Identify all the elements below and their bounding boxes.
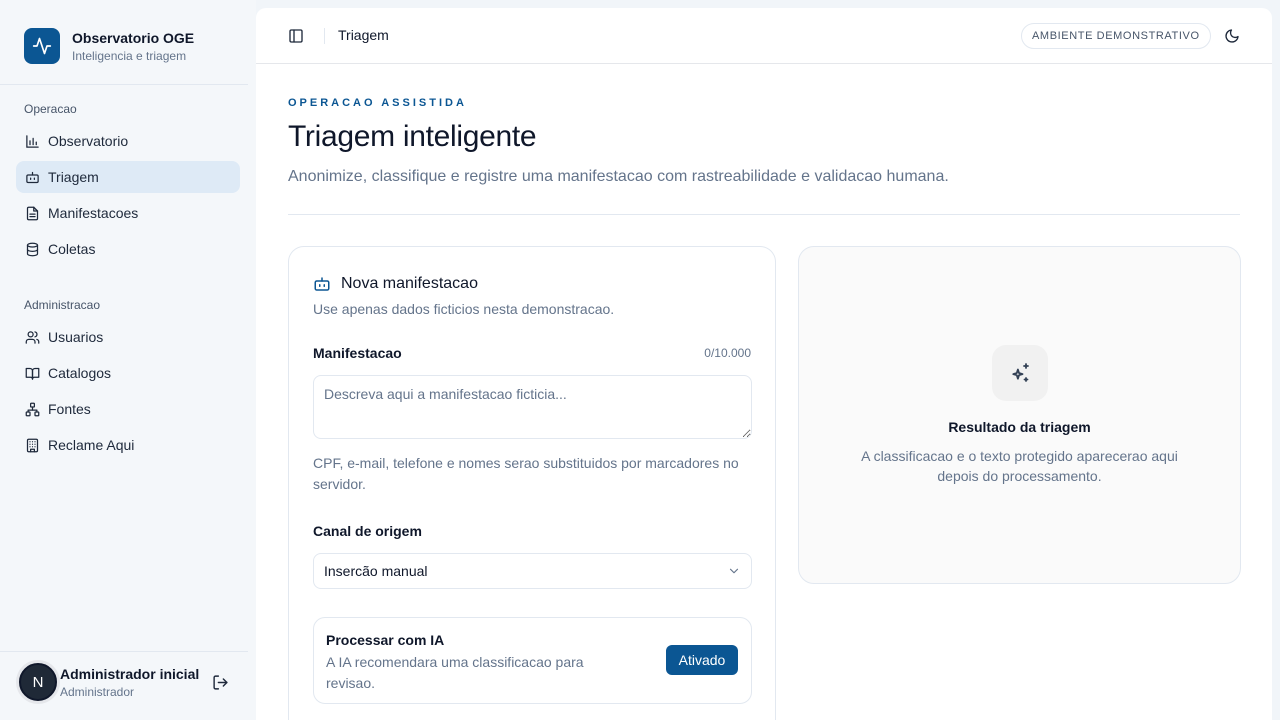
bar-chart-icon bbox=[24, 133, 40, 149]
sidebar-item-coletas[interactable]: Coletas bbox=[16, 233, 240, 265]
database-icon bbox=[24, 241, 40, 257]
sidebar-item-label: Coletas bbox=[48, 241, 96, 257]
manifestacao-label: Manifestacao bbox=[313, 345, 402, 361]
avatar[interactable]: N bbox=[19, 663, 57, 701]
sidebar-item-label: Triagem bbox=[48, 169, 99, 185]
sidebar-item-usuarios[interactable]: Usuarios bbox=[16, 321, 240, 353]
page-divider bbox=[288, 214, 1240, 215]
page-title: Triagem inteligente bbox=[288, 120, 537, 153]
character-counter: 0/10.000 bbox=[704, 346, 751, 360]
activity-icon bbox=[24, 28, 60, 64]
sidebar-item-label: Observatorio bbox=[48, 133, 129, 149]
canal-select[interactable]: Insercão manual bbox=[313, 553, 752, 589]
sidebar-toggle-button[interactable] bbox=[286, 26, 306, 46]
card-subtitle: Use apenas dados ficticios nesta demonst… bbox=[313, 301, 615, 317]
topbar-separator bbox=[324, 28, 325, 44]
new-manifestation-card: Nova manifestacao Use apenas dados ficti… bbox=[288, 246, 776, 720]
triage-result-card: Resultado da triagem A classificacao e o… bbox=[798, 246, 1241, 584]
brand[interactable]: Observatorio OGE Inteligencia e triagem bbox=[24, 28, 194, 64]
anonymization-hint: CPF, e-mail, telefone e nomes serao subs… bbox=[313, 455, 739, 492]
card-title: Nova manifestacao bbox=[341, 275, 478, 292]
chevron-down-icon bbox=[729, 568, 739, 574]
sidebar-item-fontes[interactable]: Fontes bbox=[16, 393, 240, 425]
main-panel: Triagem AMBIENTE DEMONSTRATIVO OPERACAO … bbox=[256, 8, 1272, 720]
sidebar-item-label: Reclame Aqui bbox=[48, 437, 135, 453]
sidebar-divider bbox=[0, 84, 248, 85]
moon-icon bbox=[1225, 29, 1239, 43]
canal-selected-value: Insercão manual bbox=[324, 563, 428, 579]
logout-icon bbox=[212, 674, 228, 690]
sidebar-item-triagem[interactable]: Triagem bbox=[16, 161, 240, 193]
user-role: Administrador bbox=[60, 685, 135, 699]
sparkles-icon bbox=[992, 345, 1048, 401]
ai-toggle-button[interactable]: Ativado bbox=[666, 645, 738, 675]
sidebar-item-manifestacoes[interactable]: Manifestacoes bbox=[16, 197, 240, 229]
sidebar-section-operacao: Operacao bbox=[24, 102, 77, 116]
sidebar-section-administracao: Administracao bbox=[24, 298, 101, 312]
ai-processing-description: A IA recomendara uma classificacao para … bbox=[326, 654, 584, 691]
sidebar-item-label: Fontes bbox=[48, 401, 91, 417]
logout-button[interactable] bbox=[210, 672, 230, 692]
sidebar-item-label: Manifestacoes bbox=[48, 205, 139, 221]
canal-label: Canal de origem bbox=[313, 523, 422, 539]
sidebar: Observatorio OGE Inteligencia e triagem … bbox=[0, 0, 256, 720]
breadcrumb: Triagem bbox=[338, 27, 389, 43]
sidebar-footer-divider bbox=[0, 651, 248, 652]
brand-title: Observatorio OGE bbox=[72, 29, 195, 46]
manifestacao-textarea[interactable] bbox=[313, 375, 752, 439]
user-name: Administrador inicial bbox=[60, 666, 200, 682]
sidebar-item-label: Catalogos bbox=[48, 365, 112, 381]
ai-processing-box: Processar com IA A IA recomendara uma cl… bbox=[313, 617, 752, 704]
page-description: Anonimize, classifique e registre uma ma… bbox=[288, 168, 949, 185]
sidebar-item-observatorio[interactable]: Observatorio bbox=[16, 125, 240, 157]
network-icon bbox=[24, 401, 40, 417]
bot-icon bbox=[24, 169, 40, 185]
book-open-icon bbox=[24, 365, 40, 381]
result-description: A classificacao e o texto protegido apar… bbox=[861, 448, 1178, 484]
environment-badge: AMBIENTE DEMONSTRATIVO bbox=[1021, 23, 1211, 49]
file-text-icon bbox=[24, 205, 40, 221]
brand-subtitle: Inteligencia e triagem bbox=[72, 48, 187, 63]
sidebar-item-label: Usuarios bbox=[48, 329, 104, 345]
theme-toggle-button[interactable] bbox=[1222, 26, 1242, 46]
building-icon bbox=[24, 437, 40, 453]
topbar: Triagem AMBIENTE DEMONSTRATIVO bbox=[256, 8, 1272, 64]
users-icon bbox=[24, 329, 40, 345]
page-eyebrow: OPERACAO ASSISTIDA bbox=[288, 97, 467, 109]
panel-left-icon bbox=[289, 29, 303, 43]
sidebar-item-reclame-aqui[interactable]: Reclame Aqui bbox=[16, 429, 240, 461]
result-title: Resultado da triagem bbox=[948, 419, 1091, 435]
sidebar-item-catalogos[interactable]: Catalogos bbox=[16, 357, 240, 389]
ai-processing-title: Processar com IA bbox=[326, 632, 445, 648]
bot-icon bbox=[313, 275, 331, 293]
